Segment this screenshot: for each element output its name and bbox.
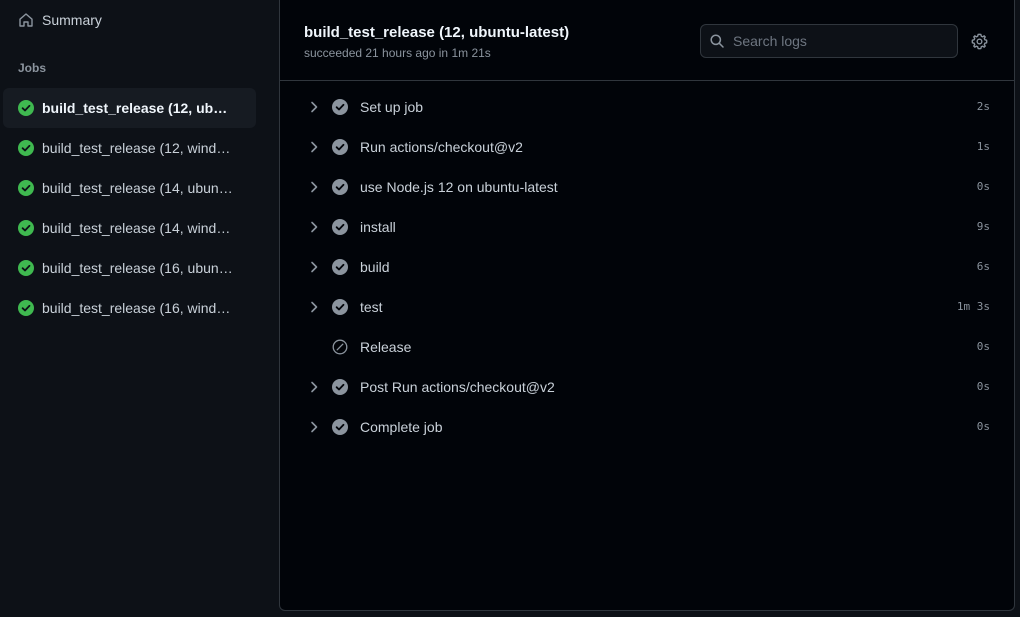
check-circle-fill-icon	[332, 299, 348, 315]
gear-icon[interactable]	[970, 32, 988, 50]
chevron-right-icon[interactable]	[306, 299, 322, 315]
chevron-right-icon[interactable]	[306, 179, 322, 195]
step-duration: 1m 3s	[956, 300, 990, 313]
chevron-right-icon[interactable]	[306, 379, 322, 395]
check-circle-fill-icon	[332, 379, 348, 395]
job-label: build_test_release (16, windows-latest)	[42, 300, 234, 316]
search-icon	[709, 33, 725, 49]
sidebar-job-item[interactable]: build_test_release (14, ubuntu-latest)	[3, 168, 256, 208]
step-name: Complete job	[360, 419, 443, 435]
check-circle-fill-icon	[332, 219, 348, 235]
check-circle-fill-icon	[332, 139, 348, 155]
job-meta: succeeded 21 hours ago in 1m 21s	[304, 46, 491, 60]
chevron-right-icon[interactable]	[306, 259, 322, 275]
log-step-row[interactable]: Run actions/checkout@v2 1s	[280, 127, 1014, 167]
summary-link[interactable]: Summary	[8, 4, 256, 36]
sidebar-job-item[interactable]: build_test_release (12, ubuntu-latest)	[3, 88, 256, 128]
chevron-right-icon[interactable]	[306, 219, 322, 235]
log-step-row[interactable]: install 9s	[280, 207, 1014, 247]
sidebar-job-item[interactable]: build_test_release (16, windows-latest)	[3, 288, 256, 328]
step-duration: 6s	[976, 260, 990, 273]
sidebar: Summary Jobs build_test_release (12, ubu…	[0, 0, 280, 617]
step-name: Post Run actions/checkout@v2	[360, 379, 555, 395]
check-circle-fill-icon	[18, 220, 34, 236]
step-duration: 0s	[976, 180, 990, 193]
check-circle-fill-icon	[332, 179, 348, 195]
step-name: build	[360, 259, 390, 275]
sidebar-job-item[interactable]: build_test_release (16, ubuntu-latest)	[3, 248, 256, 288]
check-circle-fill-icon	[18, 140, 34, 156]
step-name: Run actions/checkout@v2	[360, 139, 523, 155]
search-logs-input[interactable]	[733, 33, 933, 49]
step-duration: 0s	[976, 420, 990, 433]
search-logs-box[interactable]	[700, 24, 958, 58]
job-header: build_test_release (12, ubuntu-latest) s…	[280, 0, 1014, 81]
step-name: Release	[360, 339, 412, 355]
step-name: test	[360, 299, 383, 315]
step-list: Set up job 2s Run actions/checkout@v2 1s use…	[280, 87, 1014, 447]
check-circle-fill-icon	[332, 419, 348, 435]
job-list: build_test_release (12, ubuntu-latest) bu…	[3, 88, 256, 328]
job-label: build_test_release (16, ubuntu-latest)	[42, 260, 234, 276]
log-step-row[interactable]: Complete job 0s	[280, 407, 1014, 447]
step-duration: 0s	[976, 380, 990, 393]
home-icon	[18, 12, 34, 28]
step-duration: 9s	[976, 220, 990, 233]
chevron-right-icon[interactable]	[306, 99, 322, 115]
log-step-row[interactable]: Post Run actions/checkout@v2 0s	[280, 367, 1014, 407]
jobs-heading: Jobs	[18, 61, 47, 75]
job-label: build_test_release (12, windows-latest)	[42, 140, 234, 156]
check-circle-fill-icon	[18, 100, 34, 116]
step-name: use Node.js 12 on ubuntu-latest	[360, 179, 558, 195]
job-log-panel: build_test_release (12, ubuntu-latest) s…	[279, 0, 1015, 611]
log-step-row[interactable]: build 6s	[280, 247, 1014, 287]
step-name: Set up job	[360, 99, 424, 115]
job-label: build_test_release (14, ubuntu-latest)	[42, 180, 234, 196]
summary-label: Summary	[42, 12, 102, 28]
check-circle-fill-icon	[18, 180, 34, 196]
log-step-row[interactable]: test 1m 3s	[280, 287, 1014, 327]
chevron-right-icon[interactable]	[306, 419, 322, 435]
skip-icon	[332, 339, 348, 355]
workflow-run-page: Summary Jobs build_test_release (12, ubu…	[0, 0, 1020, 617]
sidebar-job-item[interactable]: build_test_release (12, windows-latest)	[3, 128, 256, 168]
sidebar-job-item[interactable]: build_test_release (14, windows-latest)	[3, 208, 256, 248]
step-name: install	[360, 219, 396, 235]
step-duration: 2s	[976, 100, 990, 113]
job-label: build_test_release (14, windows-latest)	[42, 220, 234, 236]
check-circle-fill-icon	[332, 259, 348, 275]
chevron-right-icon[interactable]	[306, 139, 322, 155]
check-circle-fill-icon	[18, 300, 34, 316]
log-step-row[interactable]: use Node.js 12 on ubuntu-latest 0s	[280, 167, 1014, 207]
log-step-row: Release 0s	[280, 327, 1014, 367]
step-duration: 1s	[976, 140, 990, 153]
check-circle-fill-icon	[18, 260, 34, 276]
step-duration: 0s	[976, 340, 990, 353]
job-label: build_test_release (12, ubuntu-latest)	[42, 100, 234, 116]
job-title: build_test_release (12, ubuntu-latest)	[304, 24, 570, 41]
check-circle-fill-icon	[332, 99, 348, 115]
log-step-row[interactable]: Set up job 2s	[280, 87, 1014, 127]
